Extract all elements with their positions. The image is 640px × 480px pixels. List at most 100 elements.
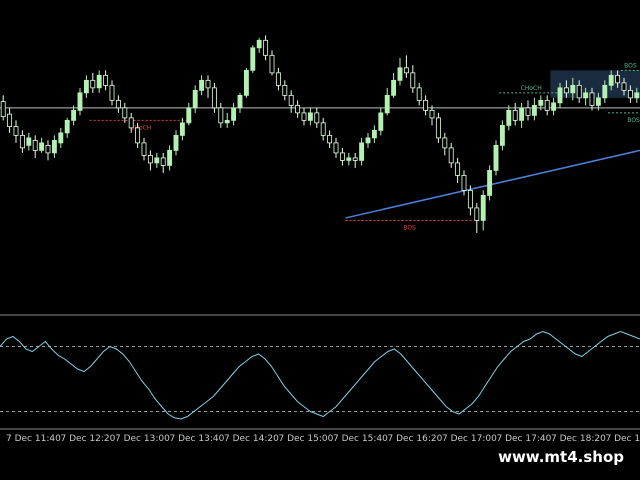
time-axis-label: 7 Dec 17:40 — [496, 434, 552, 444]
candle-body — [442, 137, 448, 149]
time-axis-label: 7 Dec 13:40 — [169, 434, 225, 444]
candle-body — [634, 92, 640, 99]
candle-body — [51, 139, 57, 154]
candle-body — [384, 94, 390, 114]
candle-body — [314, 112, 320, 124]
candle-body — [474, 207, 480, 221]
choch-bull-label: CHoCH — [521, 85, 542, 92]
candle-body — [7, 113, 13, 128]
candle-body — [327, 134, 333, 144]
candle-body — [128, 117, 134, 129]
candle-body — [160, 157, 166, 166]
candle-body — [192, 89, 198, 109]
candle-body — [557, 87, 563, 104]
candle-body — [359, 142, 365, 161]
candle-body — [506, 109, 512, 126]
candle-body — [595, 97, 601, 106]
candle-body — [397, 67, 403, 81]
candle-body — [339, 152, 345, 161]
candle-body — [608, 74, 614, 86]
candle-body — [250, 47, 256, 71]
candle-body — [13, 126, 19, 136]
candle-body — [429, 109, 435, 119]
candle-body — [487, 170, 493, 196]
candle-body — [179, 122, 185, 136]
candle-body — [365, 137, 371, 144]
candle-body — [589, 92, 595, 106]
candle-body — [173, 134, 179, 151]
time-axis-label: 7 Dec 18:20 — [551, 434, 606, 444]
oscillator-chart — [0, 330, 640, 430]
candle-body — [346, 157, 352, 161]
candle-body — [77, 92, 83, 111]
candle-body — [615, 74, 621, 84]
candle-body — [224, 119, 230, 124]
candle-body — [538, 99, 544, 106]
candle-body — [269, 54, 275, 74]
time-axis-label: 7 Dec 12:20 — [60, 434, 116, 444]
time-axis-label: 7 Dec 17:00 — [442, 434, 497, 444]
candle-body — [211, 87, 217, 109]
bos-bear-label: BOS — [403, 224, 416, 231]
candle-body — [583, 92, 589, 99]
candle-body — [416, 87, 422, 101]
candle-body — [544, 99, 550, 111]
supply-demand-zone — [550, 70, 640, 98]
candle-body — [199, 79, 205, 91]
candle-body — [627, 89, 633, 99]
time-axis-label: 7 Dec 11:40 — [6, 434, 61, 444]
candle-body — [499, 124, 505, 146]
candle-body — [512, 109, 518, 121]
time-axis-label: 7 Dec 15:40 — [333, 434, 388, 444]
candle-body — [115, 99, 121, 109]
candle-body — [493, 144, 499, 171]
price-chart-pane[interactable]: CHoCH BOS CHoCH BOS BOS — [0, 0, 640, 316]
candle-body — [64, 119, 70, 134]
bos-bull-label: BOS — [624, 62, 637, 69]
candle-body — [186, 107, 192, 124]
candle-body — [461, 175, 467, 191]
candle-body — [480, 195, 486, 221]
candle-body — [621, 82, 627, 91]
candle-body — [371, 129, 377, 139]
candle-body — [455, 162, 461, 176]
candle-body — [423, 99, 429, 111]
candle-body — [333, 142, 339, 154]
candle-body — [378, 112, 384, 131]
candle-body — [26, 137, 32, 146]
candle-body — [167, 149, 173, 166]
candle-body — [301, 112, 307, 121]
time-axis-label: 7 Dec 13:00 — [115, 434, 170, 444]
candle-body — [205, 79, 211, 89]
watermark: www.mt4.shop — [492, 446, 630, 468]
candle-body — [531, 104, 537, 116]
price-chart: CHoCHBOSCHoCHBOSBOS — [0, 35, 640, 316]
candle-body — [519, 107, 525, 121]
candle-body — [45, 144, 51, 154]
candle-body — [525, 107, 531, 116]
candle-body — [243, 69, 249, 96]
time-axis-label: 7 Dec 14:20 — [224, 434, 279, 444]
bos-bull-low-label: BOS — [627, 117, 640, 124]
candle-body — [320, 122, 326, 136]
candle-body — [263, 39, 269, 56]
time-axis-label: 7 Dec 15:00 — [278, 434, 334, 444]
candle-body — [448, 147, 454, 164]
candle-body — [103, 74, 109, 86]
time-axis-label: 7 Dec 19:00 — [605, 434, 640, 444]
candle-body — [83, 79, 89, 94]
candle-body — [147, 154, 153, 164]
candle-body — [602, 84, 608, 99]
candle-body — [282, 84, 288, 96]
oscillator-pane[interactable] — [0, 318, 640, 430]
candle-body — [563, 87, 569, 94]
candle-body — [135, 127, 141, 144]
oscillator-line — [0, 330, 640, 420]
candle-body — [218, 107, 224, 124]
time-axis-label: 7 Dec 16:20 — [387, 434, 443, 444]
candle-body — [403, 67, 409, 74]
candle-body — [576, 84, 582, 99]
candle-body — [435, 117, 441, 139]
candle-body — [275, 72, 281, 86]
candle-body — [237, 94, 243, 109]
